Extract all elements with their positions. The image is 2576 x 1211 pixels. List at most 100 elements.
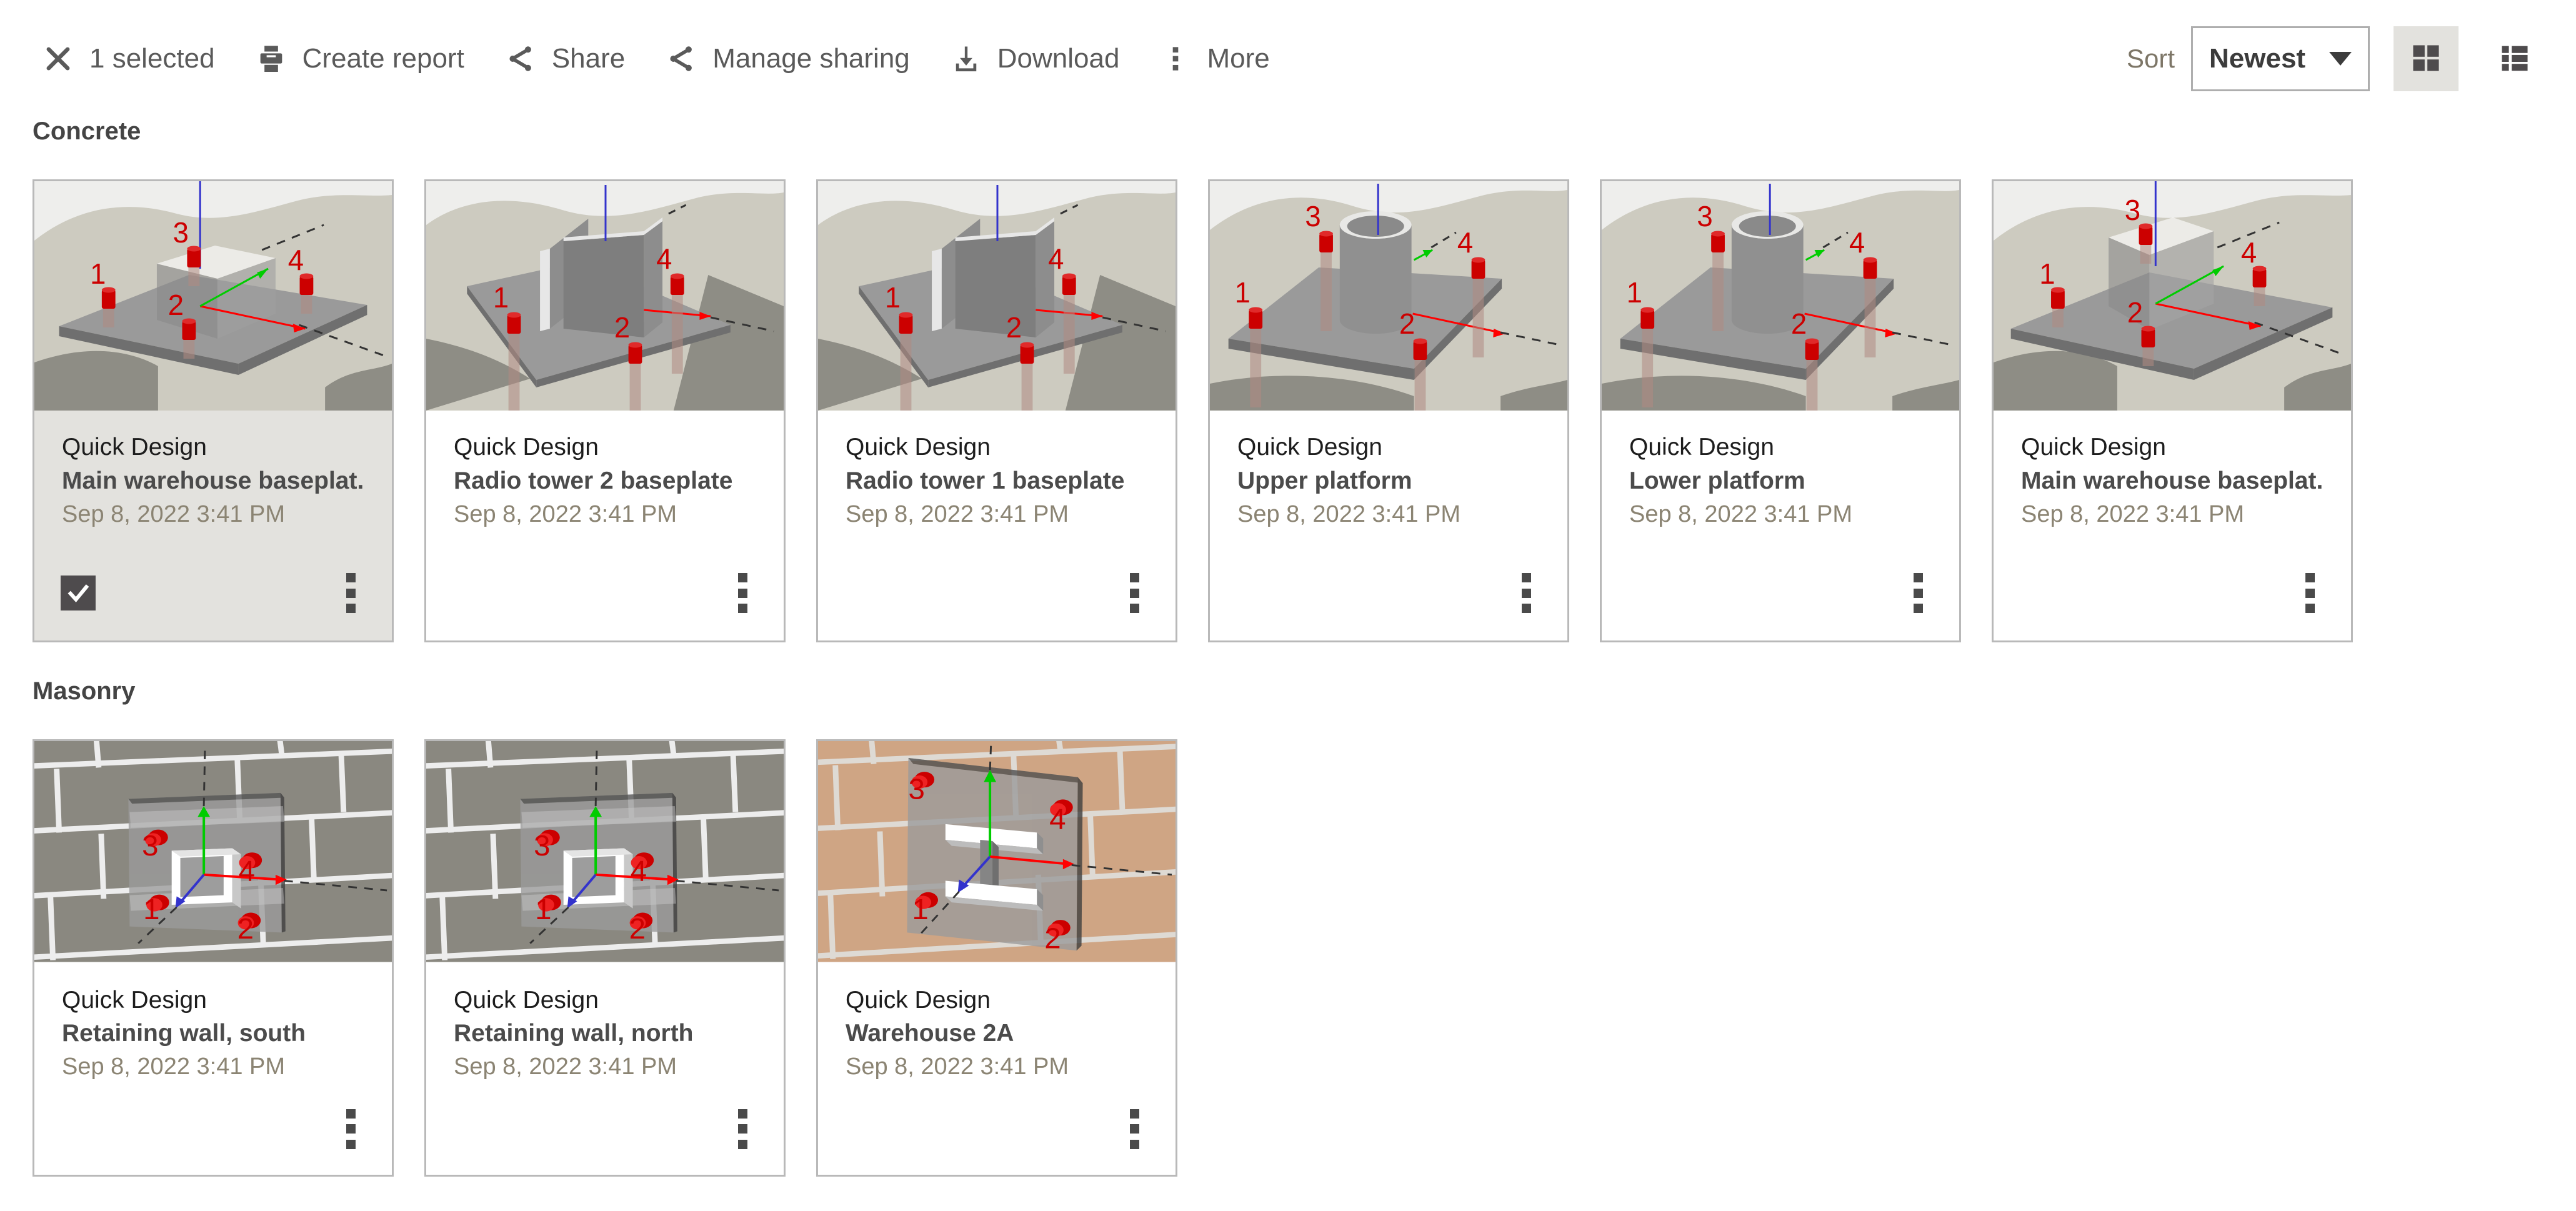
card-more-menu-button[interactable] — [1900, 571, 1935, 615]
more-vertical-icon — [2305, 604, 2315, 613]
cards-row: 1 2 3 4 Quick Design Main warehouse basep… — [0, 179, 2576, 642]
design-thumbnail[interactable]: 1 2 4 — [426, 181, 784, 411]
design-thumbnail[interactable]: 1 2 3 4 — [818, 741, 1176, 962]
card-timestamp: Sep 8, 2022 3:41 PM — [2021, 501, 2245, 527]
svg-text:3: 3 — [1697, 201, 1712, 232]
design-thumbnail[interactable]: 1 2 3 4 — [1994, 181, 2351, 411]
more-vertical-icon — [346, 1139, 356, 1149]
list-view-button[interactable] — [2482, 26, 2547, 91]
svg-text:2: 2 — [629, 913, 646, 945]
more-vertical-icon — [737, 1124, 747, 1134]
sort-selected-value: Newest — [2209, 43, 2306, 74]
card-footer — [818, 1084, 1176, 1175]
share-icon — [502, 40, 539, 77]
more-vertical-icon — [1129, 604, 1139, 613]
card-more-menu-button[interactable] — [2292, 571, 2327, 615]
design-thumbnail[interactable]: 1 2 4 — [818, 181, 1176, 411]
svg-text:4: 4 — [631, 855, 647, 887]
card-body: Quick Design Radio tower 2 baseplate Sep 8… — [426, 411, 784, 546]
svg-text:3: 3 — [908, 773, 924, 805]
create-report-text: Create report — [302, 43, 464, 74]
design-thumbnail[interactable]: 1 2 3 4 — [426, 741, 784, 962]
design-card[interactable]: 1 2 3 4 Quick Design Lower platform Sep 8,… — [1600, 179, 1961, 642]
svg-text:1: 1 — [1627, 277, 1642, 309]
card-body: Quick Design Warehouse 2A Sep 8, 2022 3:41… — [818, 962, 1176, 1084]
design-thumbnail[interactable]: 1 2 3 4 — [34, 181, 392, 411]
card-body: Quick Design Main warehouse baseplat... Se… — [34, 411, 392, 546]
more-vertical-icon — [1521, 573, 1531, 582]
svg-text:1: 1 — [535, 894, 551, 925]
svg-text:1: 1 — [885, 282, 901, 314]
card-more-menu-button[interactable] — [1509, 571, 1544, 615]
more-vertical-icon — [1129, 588, 1139, 598]
card-footer — [1210, 546, 1567, 640]
sort-select[interactable]: Newest — [2191, 26, 2370, 91]
more-vertical-icon — [1129, 1124, 1139, 1134]
svg-text:4: 4 — [288, 244, 304, 276]
svg-text:2: 2 — [1044, 922, 1061, 954]
card-title: Main warehouse baseplat... — [62, 467, 364, 494]
card-title: Lower platform — [1629, 467, 1805, 494]
card-more-menu-button[interactable] — [725, 1107, 760, 1152]
svg-text:1: 1 — [90, 258, 106, 290]
design-card[interactable]: 1 2 3 4 Quick Design Main warehouse basep… — [1992, 179, 2353, 642]
card-footer — [34, 546, 392, 640]
svg-text:2: 2 — [168, 289, 184, 321]
design-thumbnail[interactable]: 1 2 3 4 — [1602, 181, 1959, 411]
card-more-menu-button[interactable] — [333, 571, 368, 615]
design-card[interactable]: 1 2 3 4 Quick Design Warehouse 2A Sep 8, 2… — [816, 739, 1177, 1177]
clear-selection-button[interactable]: 1 selected — [34, 25, 234, 92]
grid-view-icon — [2408, 40, 2444, 78]
card-more-menu-button[interactable] — [1117, 1107, 1152, 1152]
download-button[interactable]: Download — [929, 25, 1139, 92]
more-vertical-icon — [1521, 604, 1531, 613]
card-timestamp: Sep 8, 2022 3:41 PM — [1629, 501, 1853, 527]
card-footer — [34, 1084, 392, 1175]
svg-text:1: 1 — [493, 282, 509, 314]
design-card[interactable]: 1 2 4 Quick Design Radio tower 2 baseplat… — [424, 179, 786, 642]
card-more-menu-button[interactable] — [1117, 571, 1152, 615]
card-title: Warehouse 2A — [846, 1020, 1014, 1047]
design-card[interactable]: 1 2 3 4 Quick Design Main warehouse basep… — [32, 179, 394, 642]
share-label: Share — [551, 43, 626, 74]
design-card[interactable]: 1 2 3 4 Quick Design Upper platform Sep 8,… — [1208, 179, 1569, 642]
create-report-button[interactable]: Create report — [234, 25, 483, 92]
card-timestamp: Sep 8, 2022 3:41 PM — [62, 1054, 286, 1080]
more-vertical-icon — [737, 1139, 747, 1149]
card-body: Quick Design Retaining wall, south Sep 8, … — [34, 962, 392, 1084]
svg-text:4: 4 — [656, 243, 672, 275]
selection-count-label: 1 selected — [89, 43, 215, 74]
svg-text:2: 2 — [1399, 308, 1415, 340]
manage-sharing-button[interactable]: Manage sharing — [644, 25, 929, 92]
card-kind-label: Quick Design — [454, 986, 599, 1014]
design-card[interactable]: 1 2 4 Quick Design Radio tower 1 baseplat… — [816, 179, 1177, 642]
design-thumbnail[interactable]: 1 2 3 4 — [1210, 181, 1567, 411]
design-card[interactable]: 1 2 3 4 Quick Design Retaining wall, nort… — [424, 739, 786, 1177]
card-footer — [426, 1084, 784, 1175]
more-vertical-icon — [737, 573, 747, 582]
card-more-menu-button[interactable] — [333, 1107, 368, 1152]
card-footer — [1994, 546, 2351, 640]
more-vertical-icon — [737, 1109, 747, 1119]
share-button[interactable]: Share — [483, 25, 644, 92]
more-vertical-icon — [346, 1124, 356, 1134]
card-more-menu-button[interactable] — [725, 571, 760, 615]
more-vertical-icon — [346, 573, 356, 582]
grid-view-button[interactable] — [2394, 26, 2459, 91]
card-footer — [1602, 546, 1959, 640]
more-vertical-icon — [1157, 40, 1194, 77]
print-icon — [252, 40, 290, 77]
download-icon — [947, 40, 985, 77]
card-kind-label: Quick Design — [62, 434, 207, 461]
svg-text:4: 4 — [1849, 227, 1865, 259]
card-timestamp: Sep 8, 2022 3:41 PM — [62, 501, 286, 527]
card-kind-label: Quick Design — [846, 986, 991, 1014]
design-card[interactable]: 1 2 3 4 Quick Design Retaining wall, sout… — [32, 739, 394, 1177]
more-vertical-icon — [346, 588, 356, 598]
more-button[interactable]: More — [1138, 25, 1288, 92]
svg-text:1: 1 — [912, 894, 928, 925]
group-title: Concrete — [32, 117, 141, 145]
card-checkbox-checked[interactable] — [61, 576, 96, 610]
more-vertical-icon — [1129, 1109, 1139, 1119]
design-thumbnail[interactable]: 1 2 3 4 — [34, 741, 392, 962]
